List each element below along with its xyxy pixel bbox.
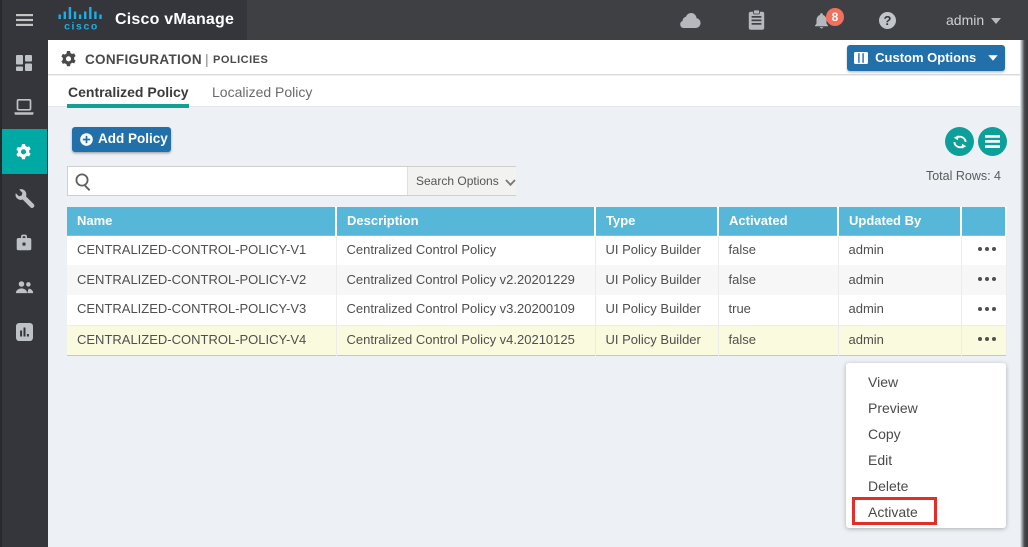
- svg-text:cisco: cisco: [64, 21, 99, 33]
